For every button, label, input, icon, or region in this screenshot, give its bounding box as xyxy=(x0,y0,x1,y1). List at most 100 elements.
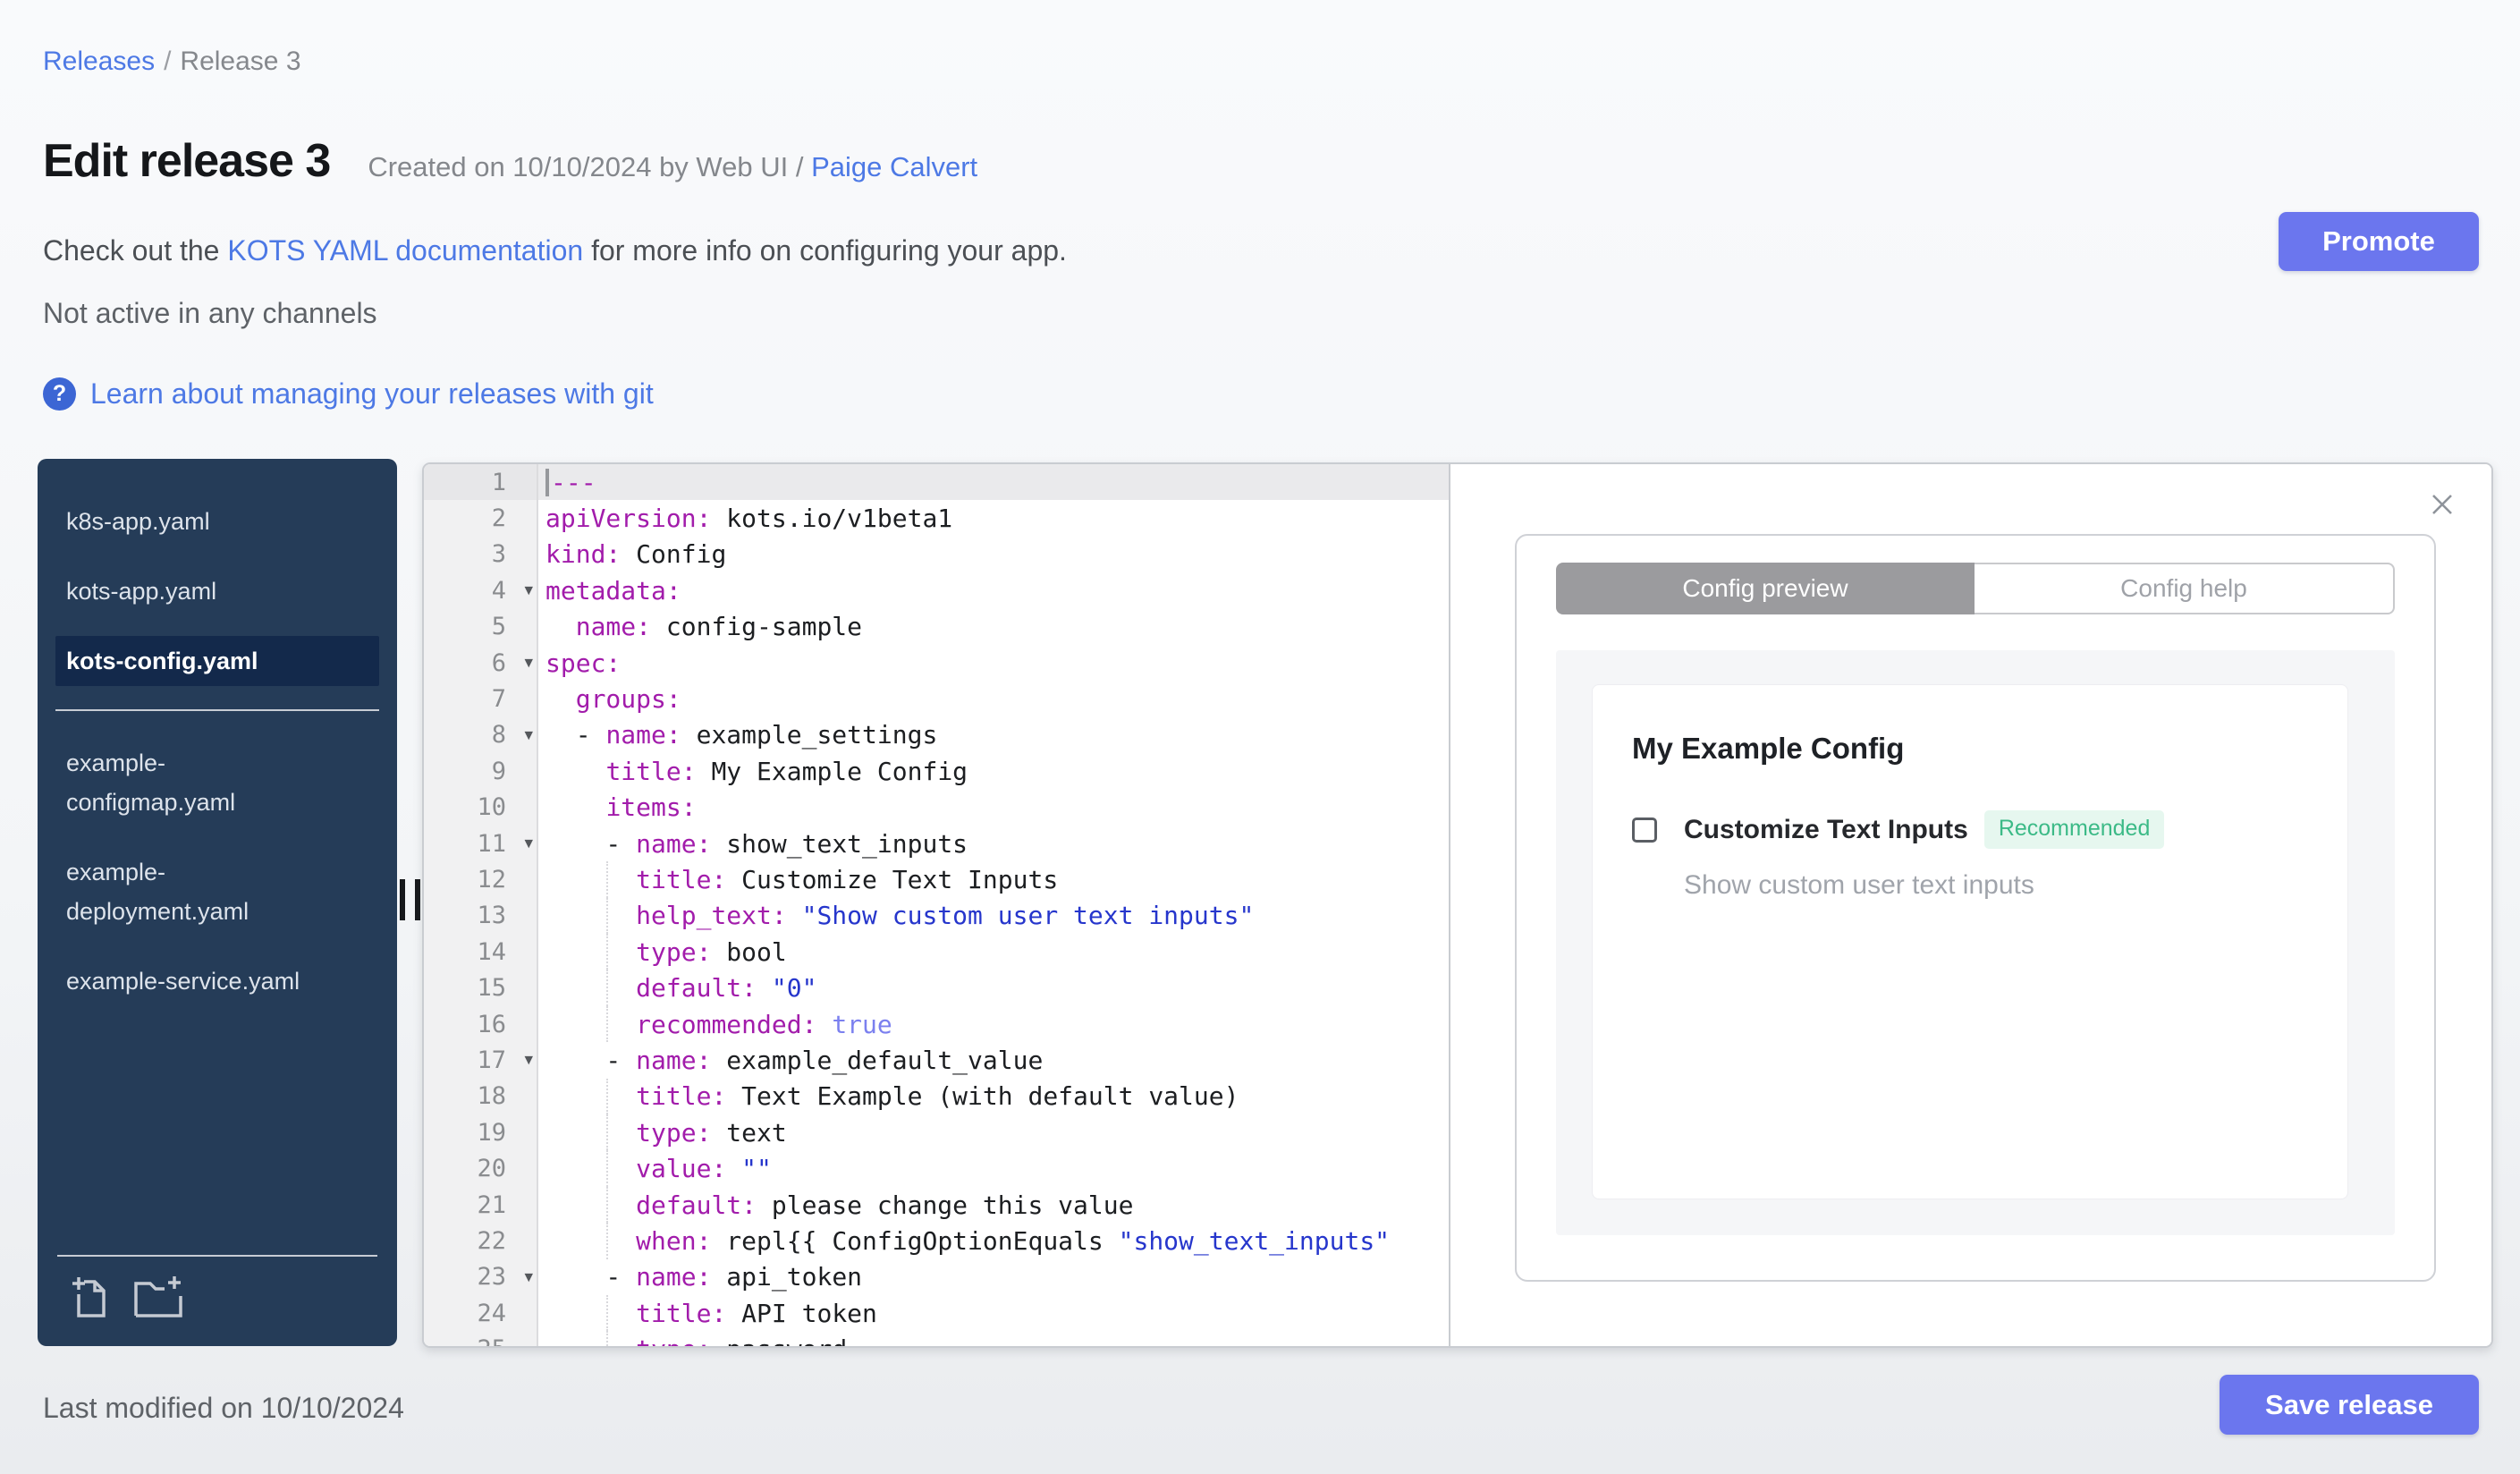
line-number: 7 xyxy=(424,681,538,717)
tab-config-help[interactable]: Config help xyxy=(1975,563,2395,614)
line-number: 13 xyxy=(424,897,538,935)
line-number: 25 xyxy=(424,1331,538,1346)
code-line-17[interactable]: 17 ▾ - name: example_default_value xyxy=(424,1042,1449,1079)
code-line-4[interactable]: 4 ▾ metadata: xyxy=(424,572,1449,609)
breadcrumb: Releases / Release 3 xyxy=(43,47,301,77)
line-number: 5 xyxy=(424,608,538,645)
yaml-code-editor[interactable]: 1 --- 2 apiVersion: kots.io/v1beta1 3 kind: C… xyxy=(424,464,1449,1346)
config-item-help-text: Show custom user text inputs xyxy=(1684,870,2034,900)
fold-toggle-icon[interactable]: ▾ xyxy=(524,1266,533,1286)
code-line-18[interactable]: 18 title: Text Example (with default val… xyxy=(424,1078,1449,1115)
code-text: recommended: true xyxy=(538,1005,1449,1043)
indent-guide xyxy=(606,1078,608,1115)
sidebar-file-example-deployment.yaml[interactable]: example- deployment.yaml xyxy=(55,847,379,936)
code-text: kind: Config xyxy=(545,539,727,570)
created-author-link[interactable]: Paige Calvert xyxy=(811,151,977,182)
sidebar-file-kots-app.yaml[interactable]: kots-app.yaml xyxy=(55,566,379,616)
code-text: type: bool xyxy=(538,934,1449,970)
code-text: help_text: "Show custom user text inputs… xyxy=(538,897,1449,935)
code-text: title: Customize Text Inputs xyxy=(538,861,1449,898)
code-text: type: text xyxy=(538,1114,1449,1151)
code-line-22[interactable]: 22 when: repl{{ ConfigOptionEquals "show… xyxy=(424,1223,1449,1259)
code-line-15[interactable]: 15 default: "0" xyxy=(424,970,1449,1006)
line-number: 20 xyxy=(424,1150,538,1187)
sidebar-file-kots-config.yaml[interactable]: kots-config.yaml xyxy=(55,636,379,686)
sidebar-editor-resize-handle[interactable] xyxy=(400,879,421,920)
code-line-1[interactable]: 1 --- xyxy=(424,464,1449,501)
release-editor-panel: 1 --- 2 apiVersion: kots.io/v1beta1 3 kind: C… xyxy=(422,462,2493,1348)
code-line-11[interactable]: 11 ▾ - name: show_text_inputs xyxy=(424,825,1449,862)
save-release-button[interactable]: Save release xyxy=(2220,1375,2479,1435)
code-line-19[interactable]: 19 type: text xyxy=(424,1114,1449,1151)
code-line-5[interactable]: 5 name: config-sample xyxy=(424,608,1449,645)
fold-toggle-icon[interactable]: ▾ xyxy=(524,724,533,744)
sidebar-file-example-configmap.yaml[interactable]: example- configmap.yaml xyxy=(55,738,379,827)
code-line-24[interactable]: 24 title: API token xyxy=(424,1294,1449,1332)
config-group-card: My Example Config Customize Text Inputs … xyxy=(1592,684,2348,1199)
code-text: spec: xyxy=(545,648,622,678)
fold-toggle-icon[interactable]: ▾ xyxy=(524,580,533,600)
new-folder-icon[interactable] xyxy=(132,1275,184,1319)
code-line-10[interactable]: 10 items: xyxy=(424,789,1449,826)
config-item-label: Customize Text Inputs xyxy=(1684,814,1968,844)
code-line-7[interactable]: 7 groups: xyxy=(424,681,1449,717)
code-line-23[interactable]: 23 ▾ - name: api_token xyxy=(424,1258,1449,1295)
fold-toggle-icon[interactable]: ▾ xyxy=(524,653,533,673)
created-info: Created on 10/10/2024 by Web UI / Paige … xyxy=(368,151,977,183)
indent-guide xyxy=(606,970,608,1006)
created-text: Created on 10/10/2024 by Web UI / xyxy=(368,151,812,182)
config-item-row: Customize Text Inputs Recommended xyxy=(1632,810,2308,849)
code-line-14[interactable]: 14 type: bool xyxy=(424,934,1449,970)
code-text: default: please change this value xyxy=(538,1186,1449,1224)
code-line-25[interactable]: 25 type: password xyxy=(424,1331,1449,1346)
fold-toggle-icon[interactable]: ▾ xyxy=(524,834,533,853)
code-lines: 1 --- 2 apiVersion: kots.io/v1beta1 3 kind: C… xyxy=(424,464,1449,1346)
code-text: groups: xyxy=(575,684,681,715)
indent-guide xyxy=(606,1186,608,1224)
code-line-9[interactable]: 9 title: My Example Config xyxy=(424,753,1449,790)
code-line-21[interactable]: 21 default: please change this value xyxy=(424,1186,1449,1224)
breadcrumb-releases-link[interactable]: Releases xyxy=(43,47,155,76)
code-line-13[interactable]: 13 help_text: "Show custom user text inp… xyxy=(424,897,1449,935)
line-number: 17 ▾ xyxy=(424,1042,538,1079)
line-number: 10 xyxy=(424,789,538,826)
config-preview-panel: Config preview Config help My Example Con… xyxy=(1449,464,2491,1346)
code-text: value: "" xyxy=(538,1150,1449,1187)
code-text: title: Text Example (with default value) xyxy=(538,1078,1449,1115)
code-line-8[interactable]: 8 ▾ - name: example_settings xyxy=(424,716,1449,754)
line-number: 1 xyxy=(424,464,538,501)
config-render-area: My Example Config Customize Text Inputs … xyxy=(1556,650,2395,1235)
sidebar-file-example-service.yaml[interactable]: example-service.yaml xyxy=(55,956,379,1006)
code-text: when: repl{{ ConfigOptionEquals "show_te… xyxy=(538,1223,1449,1259)
code-text: - name: example_default_value xyxy=(545,1045,1044,1075)
code-line-3[interactable]: 3 kind: Config xyxy=(424,536,1449,573)
close-icon[interactable] xyxy=(2427,489,2457,520)
kots-yaml-docs-link[interactable]: KOTS YAML documentation xyxy=(227,234,583,267)
sidebar-file-k8s-app.yaml[interactable]: k8s-app.yaml xyxy=(55,496,379,546)
git-releases-link[interactable]: Learn about managing your releases with … xyxy=(90,377,654,411)
code-text: - name: example_settings xyxy=(545,720,938,750)
code-line-2[interactable]: 2 apiVersion: kots.io/v1beta1 xyxy=(424,500,1449,537)
tab-config-preview[interactable]: Config preview xyxy=(1556,563,1975,614)
code-line-20[interactable]: 20 value: "" xyxy=(424,1150,1449,1187)
breadcrumb-separator: / xyxy=(164,47,172,76)
code-text: - name: api_token xyxy=(545,1262,863,1292)
indent-guide xyxy=(606,1114,608,1151)
line-number: 19 xyxy=(424,1114,538,1151)
indent-guide xyxy=(606,861,608,898)
line-number: 22 xyxy=(424,1223,538,1259)
fold-toggle-icon[interactable]: ▾ xyxy=(524,1050,533,1070)
indent-guide xyxy=(606,934,608,970)
customize-text-inputs-checkbox[interactable] xyxy=(1632,817,1657,843)
new-file-icon[interactable] xyxy=(70,1275,109,1319)
title-row: Edit release 3 Created on 10/10/2024 by … xyxy=(43,134,977,188)
promote-button[interactable]: Promote xyxy=(2279,212,2479,271)
channel-status-text: Not active in any channels xyxy=(43,297,377,329)
line-number: 18 xyxy=(424,1078,538,1115)
indent-guide xyxy=(606,1223,608,1259)
code-line-12[interactable]: 12 title: Customize Text Inputs xyxy=(424,861,1449,898)
code-line-16[interactable]: 16 recommended: true xyxy=(424,1005,1449,1043)
line-number: 14 xyxy=(424,934,538,970)
line-number: 6 ▾ xyxy=(424,644,538,682)
code-line-6[interactable]: 6 ▾ spec: xyxy=(424,644,1449,682)
